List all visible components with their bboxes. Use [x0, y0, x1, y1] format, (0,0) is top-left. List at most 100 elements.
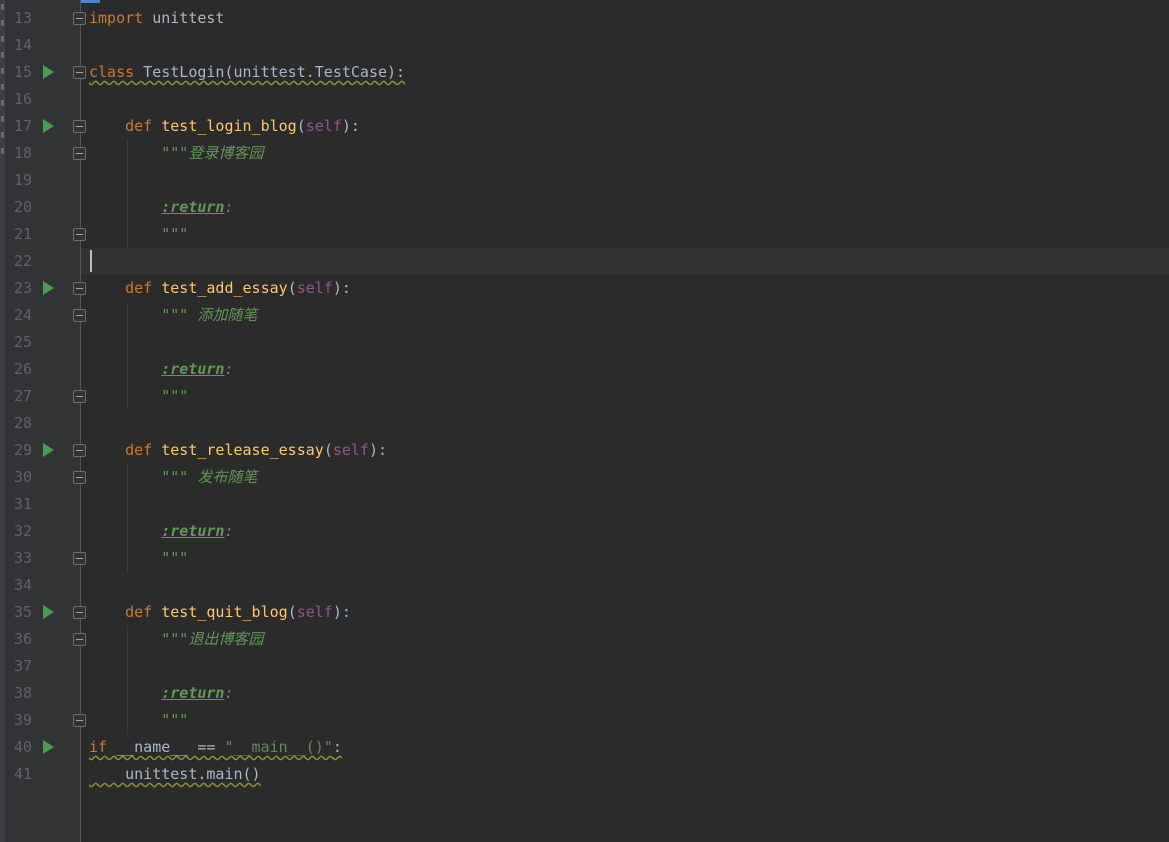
code-line[interactable]: 15 class TestLogin(unittest.TestCase):	[0, 59, 1169, 86]
code-line[interactable]: 22	[0, 248, 1169, 275]
code-token: unittest.main()	[89, 765, 261, 783]
code-line[interactable]: 13 import unittest	[0, 5, 1169, 32]
code-token: """	[161, 387, 189, 405]
code-text: def test_add_essay(self):	[89, 275, 351, 302]
fold-marker-icon[interactable]	[73, 120, 86, 133]
code-token: """ 发布随笔	[161, 468, 258, 486]
line-number: 23	[13, 279, 32, 297]
code-line[interactable]: 20 :return:	[0, 194, 1169, 221]
code-token: :	[224, 684, 234, 702]
code-token: :return	[161, 684, 225, 702]
fold-marker-icon[interactable]	[73, 66, 86, 79]
fold-marker-icon[interactable]	[73, 552, 86, 565]
code-token: (	[296, 117, 306, 135]
code-line[interactable]: 23 def test_add_essay(self):	[0, 275, 1169, 302]
code-token: def	[125, 279, 153, 297]
code-text: def test_quit_blog(self):	[89, 599, 351, 626]
run-gutter-icon[interactable]	[43, 119, 54, 133]
code-line[interactable]: 19	[0, 167, 1169, 194]
fold-marker-icon[interactable]	[73, 228, 86, 241]
code-line[interactable]: 18 """登录博客园	[0, 140, 1169, 167]
fold-marker-icon[interactable]	[73, 12, 86, 25]
line-number: 15	[13, 63, 32, 81]
code-line[interactable]: 41 unittest.main()	[0, 761, 1169, 788]
code-line[interactable]: 14	[0, 32, 1169, 59]
code-line[interactable]: 34	[0, 572, 1169, 599]
code-line[interactable]: 31	[0, 491, 1169, 518]
code-line[interactable]: 32 :return:	[0, 518, 1169, 545]
fold-marker-icon[interactable]	[73, 633, 86, 646]
code-token: ):	[341, 117, 360, 135]
code-line[interactable]: 26 :return:	[0, 356, 1169, 383]
code-line[interactable]: 25	[0, 329, 1169, 356]
fold-marker-icon[interactable]	[73, 147, 86, 160]
code-line[interactable]: 30 """ 发布随笔	[0, 464, 1169, 491]
code-line[interactable]: 40 if __name__ == "__main__()":	[0, 734, 1169, 761]
line-number: 38	[13, 684, 32, 702]
run-gutter-icon[interactable]	[43, 281, 54, 295]
code-token: :return	[161, 360, 225, 378]
code-text: import unittest	[89, 5, 224, 32]
code-text: """	[89, 221, 188, 248]
code-text: def test_login_blog(self):	[89, 113, 360, 140]
fold-marker-icon[interactable]	[73, 309, 86, 322]
fold-marker-icon[interactable]	[73, 471, 86, 484]
line-number: 30	[13, 468, 32, 486]
code-text: """	[89, 707, 188, 734]
code-line[interactable]: 35 def test_quit_blog(self):	[0, 599, 1169, 626]
code-token: (	[323, 441, 333, 459]
code-line[interactable]: 16	[0, 86, 1169, 113]
run-gutter-icon[interactable]	[43, 605, 54, 619]
code-text: if __name__ == "__main__()":	[89, 734, 342, 761]
line-number: 37	[13, 657, 32, 675]
run-gutter-icon[interactable]	[43, 443, 54, 457]
code-text: :return:	[89, 194, 233, 221]
code-token: """登录博客园	[161, 144, 264, 162]
fold-marker-icon[interactable]	[73, 390, 86, 403]
code-token: :return	[161, 198, 225, 216]
line-number: 24	[13, 306, 32, 324]
code-line[interactable]: 33 """	[0, 545, 1169, 572]
code-token: """	[161, 225, 189, 243]
fold-marker-icon[interactable]	[73, 444, 86, 457]
code-token: test_quit_blog	[161, 603, 288, 621]
code-token: """ 添加随笔	[161, 306, 258, 324]
code-token: self	[332, 441, 369, 459]
fold-marker-icon[interactable]	[73, 606, 86, 619]
code-line[interactable]: 37	[0, 653, 1169, 680]
code-line[interactable]: 28	[0, 410, 1169, 437]
code-token: test_login_blog	[161, 117, 297, 135]
code-line[interactable]: 27 """	[0, 383, 1169, 410]
code-line[interactable]: 29 def test_release_essay(self):	[0, 437, 1169, 464]
line-number: 40	[13, 738, 32, 756]
code-token: :	[224, 360, 234, 378]
fold-marker-icon[interactable]	[73, 282, 86, 295]
code-token: (	[287, 603, 297, 621]
code-line[interactable]: 39 """	[0, 707, 1169, 734]
code-line[interactable]: 38 :return:	[0, 680, 1169, 707]
code-text: """退出博客园	[89, 626, 263, 653]
run-gutter-icon[interactable]	[43, 740, 54, 754]
code-line[interactable]: 24 """ 添加随笔	[0, 302, 1169, 329]
code-token: def	[125, 603, 153, 621]
code-token: ):	[332, 279, 351, 297]
code-line[interactable]: 21 """	[0, 221, 1169, 248]
code-token: test_release_essay	[161, 441, 324, 459]
line-number: 32	[13, 522, 32, 540]
fold-marker-icon[interactable]	[73, 714, 86, 727]
run-gutter-icon[interactable]	[43, 65, 54, 79]
code-token: ):	[368, 441, 388, 459]
code-line[interactable]: 17 def test_login_blog(self):	[0, 113, 1169, 140]
code-token: if	[89, 738, 108, 756]
code-line[interactable]: 36 """退出博客园	[0, 626, 1169, 653]
